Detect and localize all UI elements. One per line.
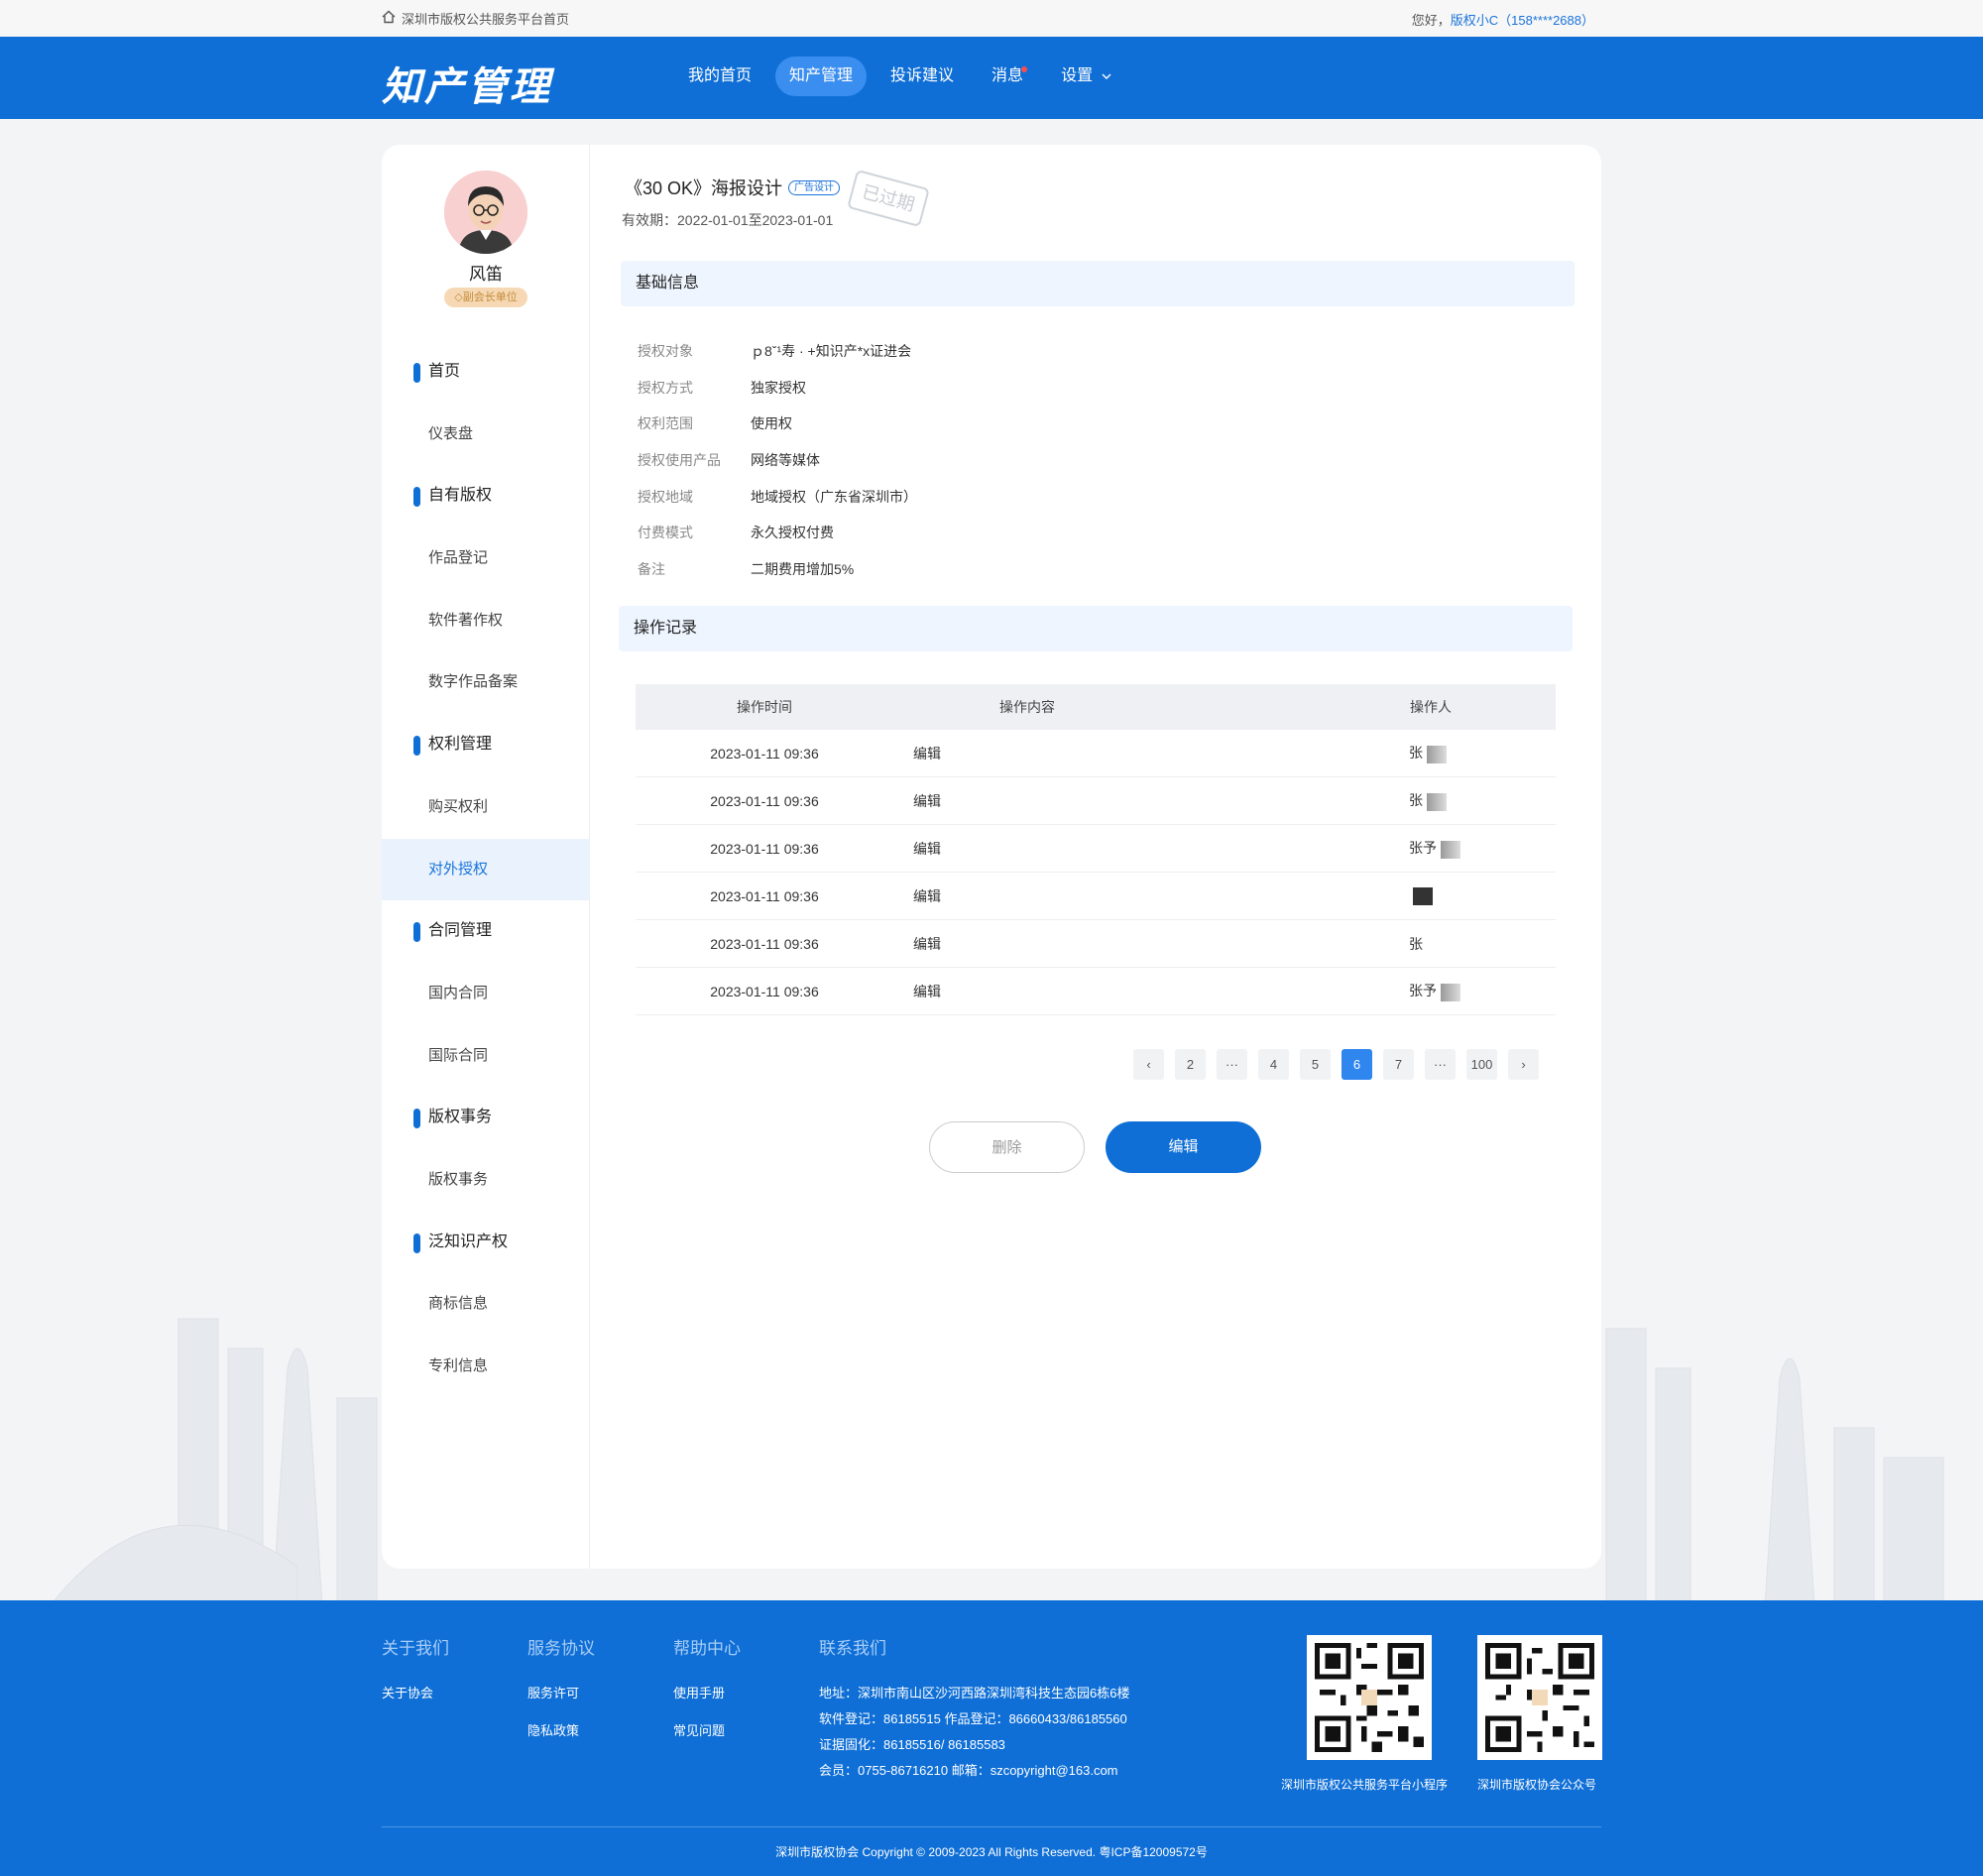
info-row: 付费模式 永久授权付费 [638, 525, 834, 541]
user-link[interactable]: 版权小C（158****2688） [1451, 13, 1594, 28]
qr-label-official-account: 深圳市版权协会公众号 [1477, 1778, 1597, 1792]
current-page-button[interactable]: 6 [1341, 1049, 1372, 1080]
basic-info-list: 授权对象 ｐ8ˇ¹寿 · +知识产*x证进会 授权方式 独家授权 权利范围 使用权 授… [638, 333, 917, 587]
edit-button[interactable]: 编辑 [1106, 1121, 1261, 1173]
avatar[interactable] [444, 171, 527, 254]
table-row: 2023-01-11 09:36 编辑 张予 [636, 825, 1556, 873]
unread-dot-icon [1021, 66, 1028, 72]
next-page-button[interactable]: › [1508, 1049, 1539, 1080]
redacted-mask [1427, 745, 1447, 763]
sidebar-group-home[interactable]: 首页 [382, 341, 590, 404]
home-icon [382, 10, 396, 27]
footer-contact: 联系我们 地址：深圳市南山区沙河西路深圳湾科技生态园6栋6楼 软件登记：8618… [819, 1639, 1130, 1778]
table-row: 2023-01-11 09:36 编辑张 [636, 920, 1556, 968]
nav-home[interactable]: 我的首页 [674, 57, 765, 96]
page-title: 《30 OK》海报设计 广告设计 [625, 175, 841, 200]
category-tag: 广告设计 [788, 179, 841, 195]
sidebar-group-affairs[interactable]: 版权事务 [382, 1087, 590, 1149]
table-row: 2023-01-11 09:36 编辑 [636, 873, 1556, 920]
page-ellipsis[interactable]: ··· [1425, 1049, 1456, 1080]
sidebar-item-digital-filing[interactable]: 数字作品备案 [382, 651, 590, 714]
info-row: 授权方式 独家授权 [638, 379, 806, 396]
main-card: 风笛 ◇副会长单位 首页 仪表盘 自有版权 作品登记 软件著作权 数字作品备案 … [382, 145, 1601, 1569]
operation-log-table: 操作时间 操作内容 操作人 2023-01-11 09:36 编辑张 2023-0… [636, 684, 1556, 1015]
footer-link-about[interactable]: 关于协会 [382, 1681, 449, 1706]
sidebar-item-work-registration[interactable]: 作品登记 [382, 528, 590, 590]
footer: 关于我们 关于协会 服务协议 服务许可 隐私政策 帮助中心 使用手册 常见问题 … [0, 1600, 1983, 1876]
delete-button[interactable]: 删除 [929, 1121, 1085, 1173]
footer-link-faq[interactable]: 常见问题 [673, 1718, 741, 1744]
copyright: 深圳市版权协会 Copyright © 2009-2023 All Rights… [775, 1845, 1208, 1859]
sidebar-group-own-copyright[interactable]: 自有版权 [382, 465, 590, 528]
logo[interactable]: 知产管理 [382, 55, 552, 112]
page-button[interactable]: 100 [1466, 1049, 1497, 1080]
pagination: ‹ 2 ··· 4 5 6 7 ··· 100 › [1133, 1049, 1539, 1080]
chevron-down-icon [1098, 67, 1112, 84]
prev-page-button[interactable]: ‹ [1133, 1049, 1164, 1080]
validity-period: 有效期：2022-01-01至2023-01-01 [622, 212, 834, 228]
diamond-icon: ◇ [454, 292, 463, 303]
page-button[interactable]: 2 [1175, 1049, 1206, 1080]
sidebar-item-intl-contract[interactable]: 国际合同 [382, 1025, 590, 1088]
detail-content: 《30 OK》海报设计 广告设计 已过期 有效期：2022-01-01至2023… [590, 145, 1601, 1569]
footer-service: 服务协议 服务许可 隐私政策 [527, 1634, 595, 1744]
page-button[interactable]: 4 [1258, 1049, 1289, 1080]
redacted-mask [1427, 792, 1447, 811]
nav-complaints[interactable]: 投诉建议 [876, 57, 968, 96]
section-basic-info: 基础信息 [621, 261, 1575, 306]
sidebar: 风笛 ◇副会长单位 首页 仪表盘 自有版权 作品登记 软件著作权 数字作品备案 … [382, 145, 590, 1569]
sidebar-item-trademark[interactable]: 商标信息 [382, 1273, 590, 1336]
section-operation-log: 操作记录 [619, 606, 1573, 651]
redacted-mask [1441, 983, 1460, 1001]
sidebar-item-affairs[interactable]: 版权事务 [382, 1149, 590, 1212]
table-row: 2023-01-11 09:36 编辑 张予 [636, 968, 1556, 1015]
footer-link-privacy[interactable]: 隐私政策 [527, 1718, 595, 1744]
footer-divider [382, 1826, 1601, 1827]
sidebar-item-patent[interactable]: 专利信息 [382, 1336, 590, 1398]
nav-settings[interactable]: 设置 [1047, 57, 1125, 96]
qr-label-miniprogram: 深圳市版权公共服务平台小程序 [1281, 1778, 1449, 1792]
info-row: 授权使用产品 网络等媒体 [638, 452, 820, 469]
redacted-mask [1441, 840, 1460, 859]
table-header: 操作时间 操作内容 操作人 [636, 684, 1556, 730]
sidebar-item-domestic-contract[interactable]: 国内合同 [382, 963, 590, 1025]
footer-about: 关于我们 关于协会 [382, 1634, 449, 1706]
member-badge: ◇副会长单位 [444, 288, 527, 307]
footer-link-manual[interactable]: 使用手册 [673, 1681, 741, 1706]
info-row: 授权对象 ｐ8ˇ¹寿 · +知识产*x证进会 [638, 343, 912, 360]
user-greeting: 您好，版权小C（158****2688） [1411, 13, 1594, 28]
page-button[interactable]: 7 [1383, 1049, 1414, 1080]
info-row: 备注 二期费用增加5% [638, 560, 855, 577]
sidebar-item-dashboard[interactable]: 仪表盘 [382, 404, 590, 466]
table-row: 2023-01-11 09:36 编辑张 [636, 777, 1556, 825]
table-row: 2023-01-11 09:36 编辑张 [636, 730, 1556, 777]
sidebar-menu: 首页 仪表盘 自有版权 作品登记 软件著作权 数字作品备案 权利管理 购买权利 … [382, 341, 590, 1398]
sidebar-item-software-copyright[interactable]: 软件著作权 [382, 590, 590, 652]
page-ellipsis[interactable]: ··· [1217, 1049, 1247, 1080]
info-row: 权利范围 使用权 [638, 415, 792, 432]
qr-code-official-account [1477, 1635, 1602, 1760]
profile-name: 风笛 [469, 265, 503, 284]
nav-ip-management[interactable]: 知产管理 [775, 57, 868, 96]
qr-code-miniprogram [1307, 1635, 1432, 1760]
footer-help: 帮助中心 使用手册 常见问题 [673, 1634, 741, 1744]
header: 知产管理 我的首页 知产管理 投诉建议 消息 设置 [0, 37, 1983, 119]
sidebar-group-contracts[interactable]: 合同管理 [382, 900, 590, 963]
top-bar: 深圳市版权公共服务平台首页 您好，版权小C（158****2688） [0, 0, 1983, 37]
sidebar-group-rights[interactable]: 权利管理 [382, 714, 590, 776]
info-row: 授权地域 地域授权（广东省深圳市） [638, 488, 917, 505]
sidebar-item-buy-rights[interactable]: 购买权利 [382, 776, 590, 839]
sidebar-item-external-license[interactable]: 对外授权 [382, 838, 590, 901]
home-link[interactable]: 深圳市版权公共服务平台首页 [382, 9, 569, 28]
home-link-label[interactable]: 深圳市版权公共服务平台首页 [402, 9, 569, 28]
sidebar-group-general-ip[interactable]: 泛知识产权 [382, 1212, 590, 1274]
main-nav: 我的首页 知产管理 投诉建议 消息 设置 [674, 57, 1126, 96]
footer-link-license[interactable]: 服务许可 [527, 1681, 595, 1706]
page-button[interactable]: 5 [1300, 1049, 1331, 1080]
expired-stamp: 已过期 [847, 169, 930, 228]
redacted-mask [1413, 886, 1433, 905]
nav-messages[interactable]: 消息 [978, 57, 1037, 96]
